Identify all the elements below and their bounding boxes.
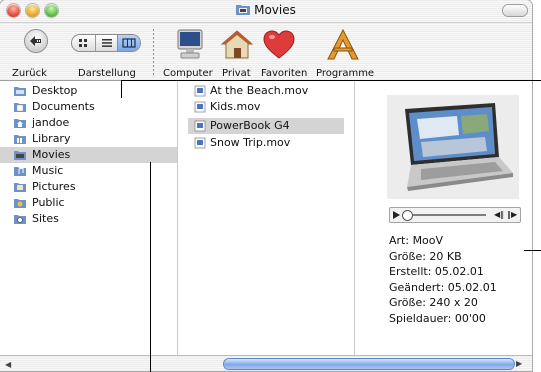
list-view-icon bbox=[102, 39, 112, 47]
sidebar-item-label: Music bbox=[32, 164, 64, 177]
movie-file-icon bbox=[194, 120, 206, 132]
preview-column: ◀‖ ‖▶ Art: MooV Größe: 20 KB Erstellt: 0… bbox=[355, 81, 532, 355]
finder-window: Movies Zurück Darstellung Computer Priva… bbox=[0, 0, 532, 371]
toolbar: Zurück Darstellung Computer Privat Favor… bbox=[0, 23, 532, 81]
file-item-selected[interactable]: PowerBook G4 bbox=[188, 118, 344, 134]
movie-file-icon bbox=[194, 85, 206, 97]
movie-file-icon bbox=[194, 137, 206, 149]
file-item[interactable]: Snow Trip.mov bbox=[178, 135, 354, 151]
file-item-label: At the Beach.mov bbox=[210, 84, 309, 97]
computer-label[interactable]: Computer bbox=[163, 68, 213, 79]
step-back-icon[interactable]: ◀‖ bbox=[494, 211, 504, 219]
desktop-folder-icon bbox=[14, 87, 26, 96]
scroll-thumb[interactable] bbox=[224, 359, 514, 369]
file-item[interactable]: At the Beach.mov bbox=[178, 83, 354, 99]
file-item-label: Snow Trip.mov bbox=[210, 136, 291, 149]
applications-label[interactable]: Programme bbox=[316, 68, 374, 79]
callout-line bbox=[121, 80, 122, 98]
callout-line bbox=[150, 162, 151, 372]
home-label[interactable]: Privat bbox=[222, 68, 251, 79]
info-type: Art: MooV bbox=[389, 234, 444, 247]
preview-thumbnail bbox=[387, 95, 519, 199]
public-folder-icon bbox=[14, 199, 26, 208]
view-mode-control[interactable] bbox=[72, 35, 140, 51]
library-folder-icon bbox=[14, 135, 26, 144]
powerbook-laptop-thumbnail bbox=[405, 103, 513, 191]
playback-slider-knob[interactable] bbox=[402, 210, 413, 221]
movies-folder-icon bbox=[14, 151, 26, 160]
sidebar-item-label: Sites bbox=[32, 212, 59, 225]
documents-folder-icon bbox=[14, 103, 26, 112]
title-bar[interactable]: Movies bbox=[0, 0, 532, 23]
computer-icon[interactable] bbox=[172, 28, 208, 62]
file-item[interactable]: Kids.mov bbox=[178, 99, 354, 115]
scroll-left-arrow-icon[interactable]: ◀ bbox=[5, 360, 11, 369]
sidebar-item-label: jandoe bbox=[32, 116, 70, 129]
window-title: Movies bbox=[0, 3, 532, 17]
toolbar-toggle-button[interactable] bbox=[503, 5, 527, 16]
step-forward-icon[interactable]: ‖▶ bbox=[507, 211, 517, 219]
info-size: Größe: 20 KB bbox=[389, 249, 462, 263]
sidebar-item-documents[interactable]: Documents bbox=[0, 99, 177, 115]
movie-player-controls: ◀‖ ‖▶ bbox=[389, 207, 521, 223]
favorites-label[interactable]: Favoriten bbox=[261, 68, 307, 79]
sidebar-column: Desktop Documents jandoe Library Movies … bbox=[0, 81, 178, 355]
back-button[interactable] bbox=[25, 30, 47, 52]
window-title-text: Movies bbox=[254, 3, 296, 17]
file-item-label: Kids.mov bbox=[210, 100, 261, 113]
applications-icon[interactable] bbox=[325, 28, 361, 62]
list-view-button[interactable] bbox=[95, 35, 118, 51]
files-column: At the Beach.mov Kids.mov PowerBook G4 S… bbox=[178, 81, 355, 355]
sidebar-item-label: Documents bbox=[32, 100, 95, 113]
column-view-icon bbox=[122, 38, 136, 48]
pictures-folder-icon bbox=[14, 183, 26, 192]
sidebar-item-label: Pictures bbox=[32, 180, 76, 193]
home-icon[interactable] bbox=[219, 28, 255, 62]
info-duration: Spieldauer: 00'00 bbox=[389, 311, 486, 325]
info-modified: Geändert: 05.02.01 bbox=[389, 280, 497, 294]
sidebar-item-desktop[interactable]: Desktop bbox=[0, 83, 177, 99]
sidebar-item-label: Library bbox=[32, 132, 71, 145]
view-label[interactable]: Darstellung bbox=[78, 68, 136, 79]
home-folder-icon bbox=[14, 119, 26, 128]
sites-folder-icon bbox=[14, 215, 26, 224]
file-info: Art: MooV Größe: 20 KB Erstellt: 05.02.0… bbox=[389, 233, 497, 326]
back-label[interactable]: Zurück bbox=[12, 68, 47, 79]
column-view-button[interactable] bbox=[117, 35, 140, 51]
horizontal-scrollbar[interactable]: ◀ ▶ bbox=[0, 355, 532, 371]
play-icon[interactable] bbox=[393, 211, 400, 219]
callout-line bbox=[121, 80, 541, 81]
movies-folder-icon bbox=[236, 5, 251, 15]
sidebar-item-movies[interactable]: Movies bbox=[0, 147, 177, 163]
movie-file-icon bbox=[194, 101, 206, 113]
sidebar-item-library[interactable]: Library bbox=[0, 131, 177, 147]
sidebar-item-jandoe[interactable]: jandoe bbox=[0, 115, 177, 131]
sidebar-item-label: Public bbox=[32, 196, 65, 209]
music-folder-icon bbox=[14, 167, 26, 176]
info-dimensions: Größe: 240 x 20 bbox=[389, 296, 478, 309]
icon-view-button[interactable] bbox=[72, 35, 94, 51]
playback-track[interactable] bbox=[404, 214, 486, 216]
toolbar-separator bbox=[153, 29, 154, 77]
callout-line bbox=[524, 250, 541, 251]
sidebar-item-label: Desktop bbox=[32, 84, 78, 97]
favorites-heart-icon[interactable] bbox=[261, 28, 297, 62]
scroll-right-arrow-icon[interactable]: ▶ bbox=[516, 359, 522, 368]
back-arrow-icon bbox=[30, 36, 41, 46]
info-created: Erstellt: 05.02.01 bbox=[389, 265, 484, 278]
sidebar-item-label: Movies bbox=[32, 148, 71, 161]
icon-view-icon bbox=[79, 39, 87, 47]
file-item-label: PowerBook G4 bbox=[210, 119, 290, 132]
